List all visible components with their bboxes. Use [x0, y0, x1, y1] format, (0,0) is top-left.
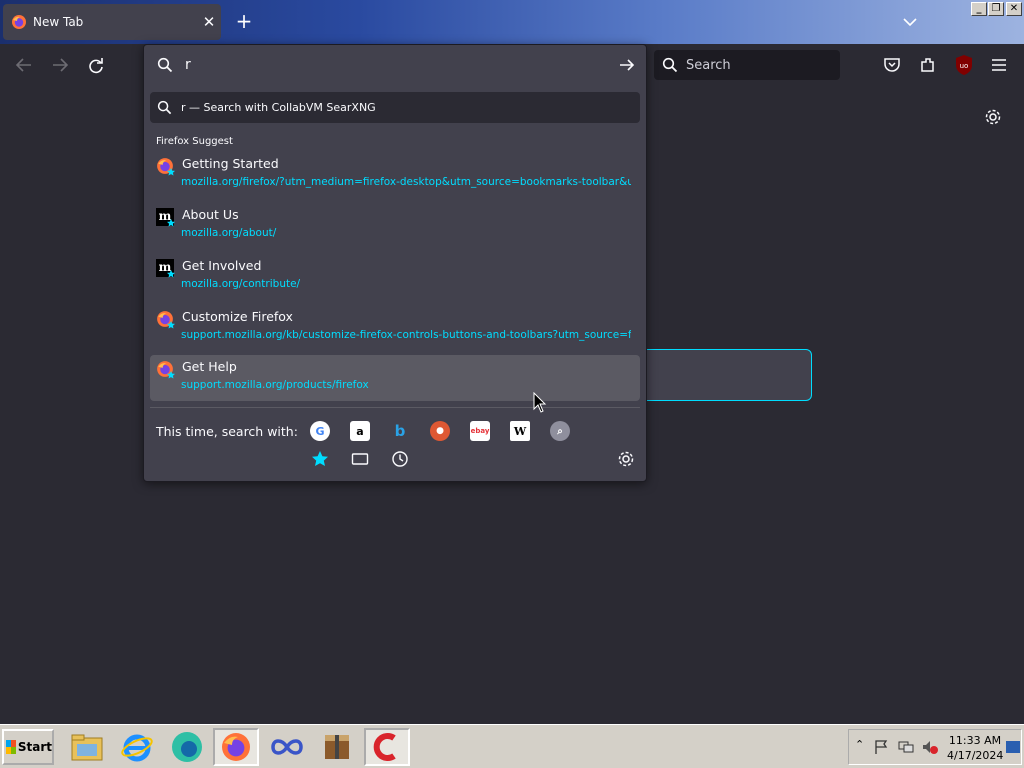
divider: [150, 407, 640, 408]
svg-text:uo: uo: [960, 62, 969, 70]
bookmark-star-icon: [167, 168, 175, 176]
history-icon[interactable]: [390, 449, 410, 469]
close-window-button[interactable]: ✕: [1006, 2, 1022, 16]
firefox-icon[interactable]: [213, 728, 259, 766]
firefox-icon: [12, 15, 26, 29]
ccleaner-icon[interactable]: [364, 728, 410, 766]
google-icon[interactable]: G: [310, 421, 330, 441]
urlbar-value: r: [185, 57, 191, 73]
tabs-icon[interactable]: [350, 449, 370, 469]
restore-button[interactable]: ❐: [988, 2, 1004, 16]
hamburger-menu-icon[interactable]: [990, 56, 1008, 74]
result-url: support.mozilla.org/kb/customize-firefox…: [181, 329, 631, 341]
clock[interactable]: 11:33 AM 4/17/2024: [947, 733, 1003, 763]
ublock-origin-icon[interactable]: uo: [954, 54, 974, 76]
result-title: Get Involved: [182, 258, 262, 273]
duckduckgo-icon[interactable]: ●: [430, 421, 450, 441]
action-center-flag-icon[interactable]: [873, 739, 889, 755]
page-search-box[interactable]: [640, 349, 812, 401]
searxng-icon[interactable]: ⌕: [550, 421, 570, 441]
windows-flag-icon: [6, 740, 16, 754]
network-icon[interactable]: [897, 739, 915, 755]
clock-date: 4/17/2024: [947, 749, 1004, 762]
urlbar-dropdown: r r — Search with CollabVM SearXNG Firef…: [143, 44, 647, 482]
file-explorer-icon[interactable]: [64, 728, 110, 766]
search-settings-gear-icon[interactable]: [617, 450, 635, 468]
search-icon: [157, 100, 172, 115]
bookmark-star-icon: [167, 321, 175, 329]
go-arrow-icon[interactable]: [618, 56, 636, 74]
toolbar-search-input[interactable]: Search: [654, 50, 840, 80]
tab-title: New Tab: [33, 15, 84, 29]
infinity-icon[interactable]: [264, 728, 310, 766]
tab-new-tab[interactable]: New Tab ✕: [3, 4, 221, 40]
show-desktop-icon[interactable]: [1005, 740, 1021, 754]
result-url: mozilla.org/about/: [181, 227, 277, 239]
archive-icon[interactable]: [314, 728, 360, 766]
ebay-icon[interactable]: ebay: [470, 421, 490, 441]
start-button[interactable]: Start: [2, 729, 54, 765]
group-label: Firefox Suggest: [156, 136, 233, 147]
new-tab-button[interactable]: +: [232, 10, 256, 34]
bookmark-star-icon: [167, 270, 175, 278]
bing-icon[interactable]: b: [390, 421, 410, 441]
bookmarks-star-icon[interactable]: [310, 449, 330, 469]
start-label: Start: [17, 740, 52, 754]
taskbar: Start ⌃ 11:33 AM 4/17/2024: [0, 724, 1024, 768]
pocket-icon[interactable]: [882, 55, 902, 75]
show-hidden-icons-chevron-icon[interactable]: ⌃: [855, 738, 864, 751]
internet-explorer-icon[interactable]: [114, 728, 160, 766]
edge-icon[interactable]: [164, 728, 210, 766]
gear-icon[interactable]: [984, 108, 1002, 126]
clock-time: 11:33 AM: [948, 734, 1002, 747]
bookmark-star-icon: [167, 219, 175, 227]
result-row[interactable]: m Get Involved mozilla.org/contribute/: [150, 254, 640, 300]
result-title: Get Help: [182, 359, 237, 374]
result-row[interactable]: Get Help support.mozilla.org/products/fir…: [150, 355, 640, 401]
result-title: Getting Started: [182, 156, 279, 171]
heuristic-text: r — Search with CollabVM SearXNG: [181, 101, 376, 114]
result-url: mozilla.org/firefox/?utm_medium=firefox-…: [181, 176, 631, 188]
reload-icon[interactable]: [83, 53, 109, 77]
back-arrow-icon[interactable]: [11, 53, 37, 77]
toolbar-search-placeholder: Search: [686, 57, 731, 73]
result-row[interactable]: Getting Started mozilla.org/firefox/?utm_…: [150, 152, 640, 198]
wikipedia-icon[interactable]: W: [510, 421, 530, 441]
result-title: Customize Firefox: [182, 309, 293, 324]
tab-close-button[interactable]: ✕: [197, 13, 221, 31]
amazon-icon[interactable]: a: [350, 421, 370, 441]
chevron-down-icon[interactable]: [900, 12, 920, 32]
search-icon: [157, 57, 173, 73]
mouse-cursor-icon: [533, 392, 547, 413]
search-icon: [662, 57, 678, 73]
result-url: mozilla.org/contribute/: [181, 278, 301, 290]
heuristic-search-result[interactable]: r — Search with CollabVM SearXNG: [150, 92, 640, 123]
oneoff-label: This time, search with:: [156, 424, 298, 439]
title-bar: New Tab ✕ + _ ❐ ✕: [0, 0, 1024, 44]
volume-muted-icon[interactable]: [921, 739, 939, 755]
minimize-button[interactable]: _: [971, 2, 987, 16]
result-title: About Us: [182, 207, 239, 222]
result-row[interactable]: Customize Firefox support.mozilla.org/kb/…: [150, 305, 640, 351]
system-tray: ⌃ 11:33 AM 4/17/2024: [848, 729, 1022, 765]
extensions-puzzle-icon[interactable]: [918, 55, 938, 75]
result-row[interactable]: m About Us mozilla.org/about/: [150, 203, 640, 249]
bookmark-star-icon: [167, 371, 175, 379]
urlbar-input[interactable]: r: [144, 45, 648, 85]
result-url: support.mozilla.org/products/firefox: [181, 379, 369, 391]
forward-arrow-icon[interactable]: [47, 53, 73, 77]
